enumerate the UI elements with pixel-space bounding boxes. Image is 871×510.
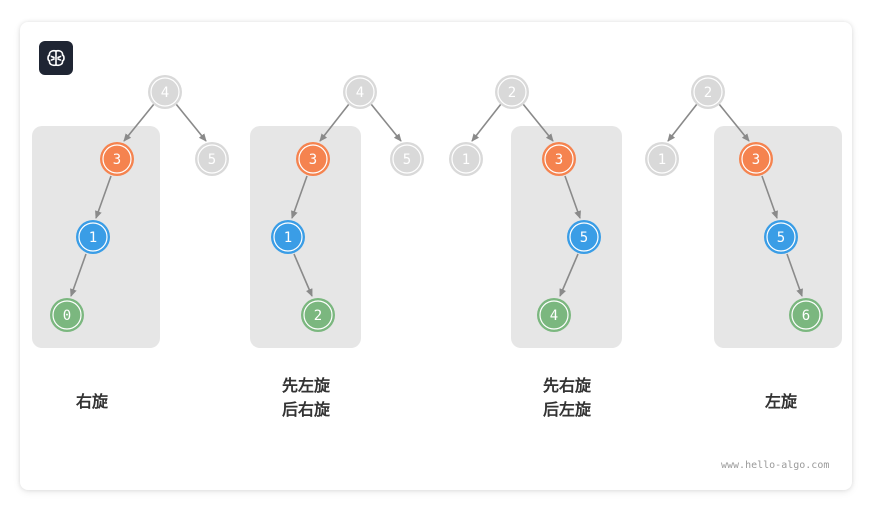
node-label: 3 bbox=[309, 152, 317, 168]
node-label: 4 bbox=[161, 85, 169, 101]
caption-line: 先左旋 bbox=[281, 376, 330, 395]
tree-node: 5 bbox=[764, 220, 798, 254]
node-label: 4 bbox=[356, 85, 364, 101]
tree-node: 2 bbox=[495, 75, 529, 109]
node-label: 1 bbox=[284, 230, 292, 246]
tree-node: 4 bbox=[343, 75, 377, 109]
node-label: 1 bbox=[462, 152, 470, 168]
node-label: 1 bbox=[658, 152, 666, 168]
node-label: 3 bbox=[752, 152, 760, 168]
tree-node: 5 bbox=[567, 220, 601, 254]
node-label: 5 bbox=[208, 152, 216, 168]
caption-line: 左旋 bbox=[764, 392, 797, 411]
node-label: 3 bbox=[113, 152, 121, 168]
tree-node: 2 bbox=[301, 298, 335, 332]
node-label: 3 bbox=[555, 152, 563, 168]
tree-edge bbox=[667, 103, 698, 142]
node-label: 2 bbox=[508, 85, 516, 101]
node-label: 5 bbox=[777, 230, 785, 246]
tree-node: 4 bbox=[537, 298, 571, 332]
tree-node: 6 bbox=[789, 298, 823, 332]
caption-line: 后右旋 bbox=[281, 400, 330, 419]
caption-right-left-rotation: 先右旋 后左旋 bbox=[527, 374, 607, 422]
node-label: 6 bbox=[802, 308, 810, 324]
tree-edge bbox=[175, 103, 207, 142]
node-label: 0 bbox=[63, 308, 71, 324]
node-label: 5 bbox=[403, 152, 411, 168]
tree-node: 5 bbox=[195, 142, 229, 176]
caption-line: 右旋 bbox=[75, 392, 108, 411]
tree-node: 1 bbox=[271, 220, 305, 254]
node-label: 2 bbox=[704, 85, 712, 101]
caption-left-right-rotation: 先左旋 后右旋 bbox=[266, 374, 346, 422]
caption-line: 后左旋 bbox=[542, 400, 591, 419]
avl-rotation-diagram: 4 3 5 1 0 4 3 5 1 2 2 1 3 5 4 2 1 3 5 6 bbox=[32, 75, 842, 348]
node-label: 4 bbox=[550, 308, 558, 324]
tree-node: 2 bbox=[691, 75, 725, 109]
tree-node: 4 bbox=[148, 75, 182, 109]
tree-node: 3 bbox=[739, 142, 773, 176]
tree-node: 0 bbox=[50, 298, 84, 332]
tree-edge bbox=[370, 103, 402, 142]
tree-node: 5 bbox=[390, 142, 424, 176]
node-label: 2 bbox=[314, 308, 322, 324]
caption-line: 先右旋 bbox=[542, 376, 591, 395]
tree-node: 3 bbox=[542, 142, 576, 176]
tree-node: 1 bbox=[449, 142, 483, 176]
tree-node: 1 bbox=[76, 220, 110, 254]
tree-node: 3 bbox=[296, 142, 330, 176]
tree-node: 3 bbox=[100, 142, 134, 176]
watermark: www.hello-algo.com bbox=[721, 460, 830, 471]
caption-right-rotation: 右旋 bbox=[60, 390, 124, 414]
tree-edge bbox=[471, 103, 502, 142]
node-label: 5 bbox=[580, 230, 588, 246]
tree-node: 1 bbox=[645, 142, 679, 176]
node-label: 1 bbox=[89, 230, 97, 246]
caption-left-rotation: 左旋 bbox=[749, 390, 813, 414]
